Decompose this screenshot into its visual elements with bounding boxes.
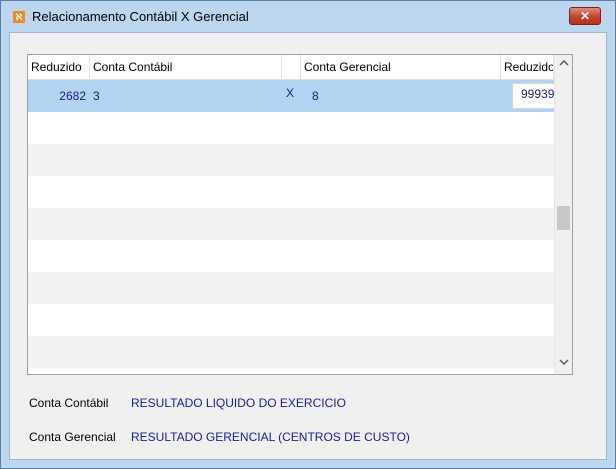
grid-header: Reduzido Conta Contábil Conta Gerencial … [28, 55, 554, 80]
title-bar[interactable]: ℵ Relacionamento Contábil X Gerencial ✕ [1, 1, 615, 31]
relationship-grid[interactable]: Reduzido Conta Contábil Conta Gerencial … [27, 54, 573, 375]
table-row[interactable] [28, 304, 554, 336]
dialog-window: ℵ Relacionamento Contábil X Gerencial ✕ … [0, 0, 616, 469]
cell-separator: X [286, 86, 295, 100]
table-row[interactable] [28, 336, 554, 368]
table-row[interactable] [28, 112, 554, 144]
table-row[interactable] [28, 208, 554, 240]
close-icon: ✕ [579, 9, 591, 23]
conta-contabil-value: RESULTADO LIQUIDO DO EXERCICIO [131, 396, 346, 410]
close-button[interactable]: ✕ [569, 7, 601, 25]
cell-reduzido[interactable]: 2682 [28, 80, 86, 112]
column-header-reduzido-gerencial[interactable]: Reduzido [501, 55, 554, 80]
window-title: Relacionamento Contábil X Gerencial [32, 9, 249, 24]
reduzido-gerencial-editor[interactable]: 99939 [512, 83, 558, 109]
dialog-body: Reduzido Conta Contábil Conta Gerencial … [9, 32, 607, 460]
cell-conta-contabil[interactable]: 3 [93, 80, 273, 112]
column-header-conta-gerencial[interactable]: Conta Gerencial [301, 55, 501, 80]
cell-conta-gerencial[interactable]: 8 [312, 80, 492, 112]
table-row[interactable]: 2682 3 X 8 99939 [28, 80, 558, 112]
conta-gerencial-value: RESULTADO GERENCIAL (CENTROS DE CUSTO) [131, 430, 410, 444]
table-row[interactable] [28, 240, 554, 272]
app-logo-icon: ℵ [13, 11, 25, 23]
chevron-down-icon[interactable] [555, 355, 572, 373]
conta-gerencial-label: Conta Gerencial [29, 430, 116, 444]
column-header-reduzido[interactable]: Reduzido [28, 55, 90, 80]
table-row[interactable] [28, 144, 554, 176]
table-row[interactable] [28, 272, 554, 304]
chevron-up-icon[interactable] [555, 56, 572, 74]
scrollbar-thumb[interactable] [557, 206, 570, 230]
table-row[interactable] [28, 176, 554, 208]
column-header-conta-contabil[interactable]: Conta Contábil [90, 55, 282, 80]
vertical-scrollbar[interactable] [554, 55, 572, 374]
column-header-separator[interactable] [282, 55, 301, 80]
conta-contabil-label: Conta Contábil [29, 396, 109, 410]
